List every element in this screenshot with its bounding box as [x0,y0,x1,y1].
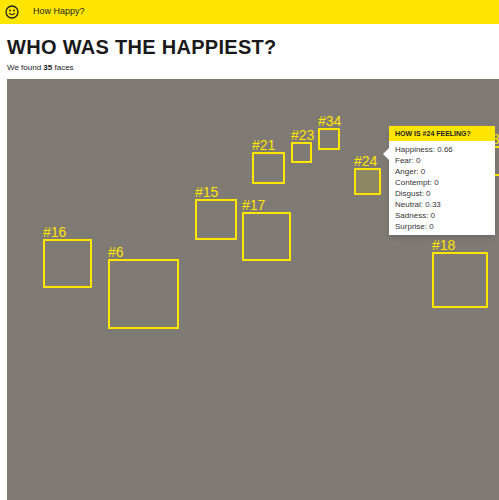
faces-summary: We found 35 faces [7,62,499,74]
page-heading: WHO WAS THE HAPPIEST? [7,35,499,59]
emotion-row: Anger: 0 [395,166,489,177]
emotion-tooltip: HOW IS #24 FEELING? Happiness: 0.66Fear: … [389,126,495,235]
face-box[interactable]: #34 [318,128,340,150]
emotion-row: Neutral: 0.33 [395,199,489,210]
emotion-row: Surprise: 0 [395,221,489,232]
emotion-row: Contempt: 0 [395,177,489,188]
emotion-row: Sadness: 0 [395,210,489,221]
face-label: #34 [318,114,341,129]
face-label: #24 [354,154,377,169]
face-label: #15 [195,185,218,200]
face-box[interactable]: #16 [43,239,92,288]
page: How Happy? WHO WAS THE HAPPIEST? We found … [0,0,499,500]
face-label: #23 [291,128,314,143]
emotion-row: Disgust: 0 [395,188,489,199]
photo: #34#23#21#24#15#17#16#6#18#3HOW IS #24 F… [7,79,499,500]
face-label: #17 [242,198,265,213]
emotion-row: Happiness: 0.66 [395,144,489,155]
tooltip-header: HOW IS #24 FEELING? [389,126,495,141]
face-box[interactable]: #18 [432,252,488,308]
app-title[interactable]: How Happy? [33,5,85,19]
face-box[interactable]: #24 [354,168,381,195]
face-box[interactable]: #17 [242,212,291,261]
face-box[interactable]: #21 [252,152,285,184]
face-box[interactable]: #6 [108,259,179,329]
face-label: #18 [432,238,455,253]
app-bar: How Happy? [0,0,499,24]
face-box[interactable]: #23 [291,142,312,163]
emotion-row: Fear: 0 [395,155,489,166]
smiley-icon[interactable] [5,5,19,19]
face-label: #21 [252,138,275,153]
face-label: #6 [108,245,124,260]
face-label: #16 [43,225,66,240]
face-box[interactable]: #15 [195,199,237,240]
